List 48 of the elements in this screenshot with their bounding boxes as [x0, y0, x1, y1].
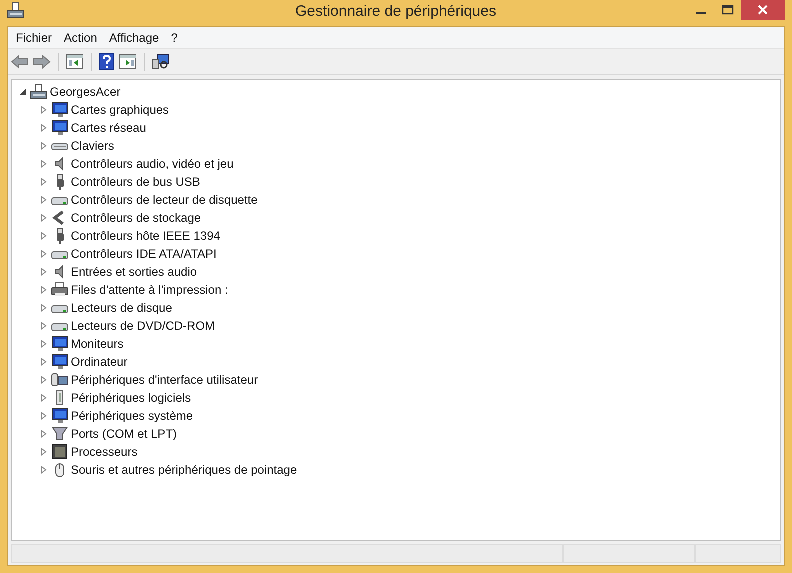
- menu-item[interactable]: ?: [165, 28, 184, 46]
- tree-item[interactable]: Contrôleurs de stockage: [71, 211, 202, 225]
- tree-item[interactable]: Périphériques d'interface utilisateur: [71, 373, 258, 387]
- menu-item[interactable]: Fichier: [10, 28, 58, 46]
- minimize-icon: [696, 12, 706, 14]
- tree-item[interactable]: Lecteurs de DVD/CD-ROM: [71, 319, 216, 333]
- computer-icon: [7, 2, 25, 20]
- tree-item[interactable]: Cartes réseau: [71, 121, 146, 135]
- tree-item[interactable]: Lecteurs de disque: [71, 301, 172, 315]
- forward-icon[interactable]: [33, 54, 51, 68]
- close-icon: [757, 4, 769, 16]
- tree-item[interactable]: Contrôleurs audio, vidéo et jeu: [71, 157, 234, 171]
- window-title: Gestionnaire de périphériques: [296, 3, 496, 20]
- tree-item[interactable]: Moniteurs: [71, 337, 124, 351]
- tree-item[interactable]: Files d'attente à l'impression :: [71, 283, 228, 297]
- back-icon[interactable]: [11, 54, 29, 68]
- device-icon: [51, 372, 69, 388]
- tree-item[interactable]: Périphériques système: [71, 409, 194, 423]
- tree-item[interactable]: Contrôleurs de lecteur de disquette: [71, 193, 258, 207]
- tree-item[interactable]: Ports (COM et LPT): [71, 427, 178, 441]
- panel-icon[interactable]: [66, 54, 84, 70]
- tree-item[interactable]: Entrées et sorties audio: [71, 265, 198, 279]
- tree-item[interactable]: Souris et autres périphériques de pointage: [71, 463, 298, 477]
- monitor-icon: [51, 336, 69, 352]
- panel-icon[interactable]: [119, 54, 137, 70]
- monitor-icon: [51, 354, 69, 370]
- maximize-icon: [722, 5, 734, 15]
- tree-item[interactable]: Processeurs: [71, 445, 138, 459]
- close-button[interactable]: [741, 0, 785, 20]
- port-icon: [51, 426, 69, 442]
- computer-icon: [30, 84, 48, 100]
- monitor-icon: [51, 408, 69, 424]
- help-icon[interactable]: [99, 52, 115, 70]
- tree-item[interactable]: Cartes graphiques: [71, 103, 170, 117]
- monitor-icon: [51, 102, 69, 118]
- tree-item[interactable]: Contrôleurs hôte IEEE 1394: [71, 229, 220, 243]
- tree-item[interactable]: Contrôleurs IDE ATA/ATAPI: [71, 247, 217, 261]
- menu-item[interactable]: Action: [58, 28, 104, 46]
- monitor-icon: [51, 120, 69, 136]
- tree-item[interactable]: Claviers: [71, 139, 114, 153]
- expand-arrow-icon[interactable]: [19, 88, 27, 96]
- tree-item[interactable]: GeorgesAcer: [50, 85, 121, 99]
- printer-icon: [51, 282, 69, 298]
- tree-item[interactable]: Périphériques logiciels: [71, 391, 192, 405]
- menu-item[interactable]: Affichage: [103, 28, 166, 46]
- tree-item[interactable]: Ordinateur: [71, 355, 128, 369]
- tree-item[interactable]: Contrôleurs de bus USB: [71, 175, 200, 189]
- chip-icon: [51, 444, 69, 460]
